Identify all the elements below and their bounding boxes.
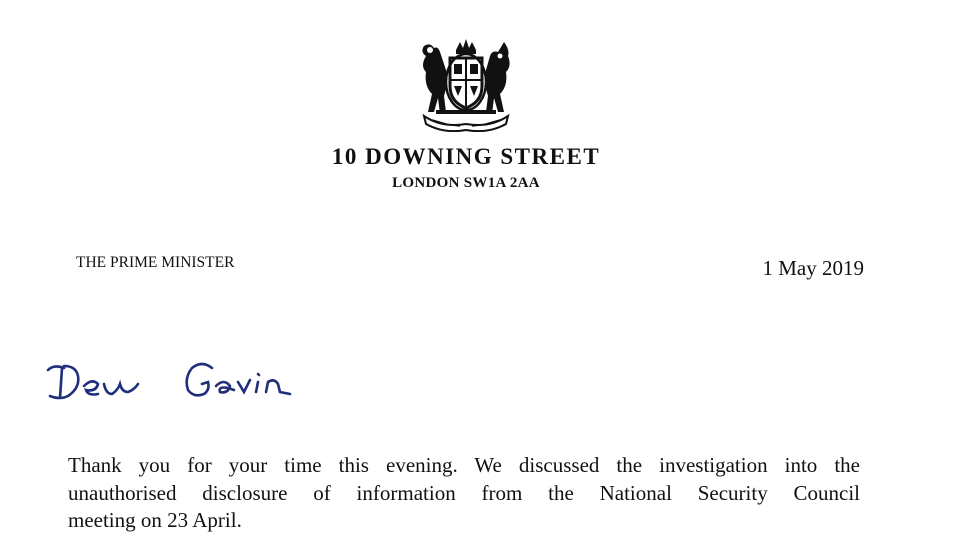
letter-date: 1 May 2019 — [762, 256, 865, 280]
handwritten-salutation — [46, 362, 292, 400]
letterhead-address-city: LONDON SW1A 2AA — [392, 175, 540, 191]
letter-body: Thank you for your time this evening. We… — [68, 452, 860, 535]
letter-body-line: unauthorised disclosure of information f… — [68, 480, 860, 505]
letter-body-line: Thank you for your time this evening. We… — [68, 453, 860, 477]
sender-title: THE PRIME MINISTER — [76, 254, 235, 271]
letter-body-line: meeting on 23 April. — [68, 508, 242, 532]
letter-page: 10 DOWNING STREET LONDON SW1A 2AA THE PR… — [0, 0, 976, 549]
royal-coat-of-arms-icon — [422, 39, 510, 132]
letterhead-address-street: 10 DOWNING STREET — [331, 144, 601, 169]
